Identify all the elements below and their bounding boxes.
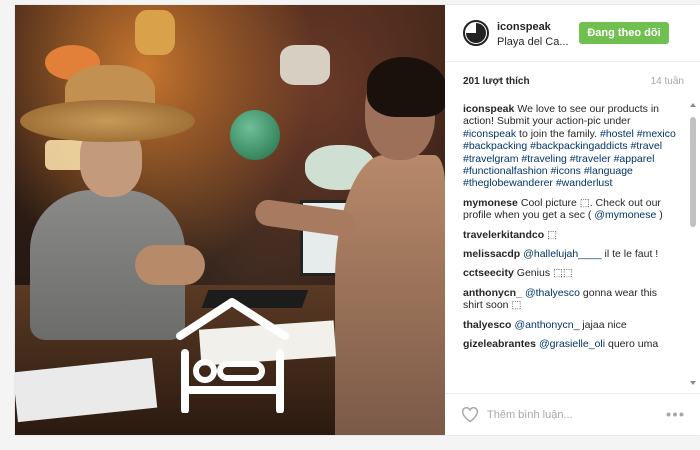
post-header: iconspeak Playa del Ca... Đang theo dõi	[445, 5, 700, 62]
woman-hair	[367, 57, 445, 117]
hashtag-link[interactable]: #iconspeak	[463, 128, 516, 140]
location-link[interactable]: Playa del Ca...	[497, 36, 577, 48]
comment-item: anthonycn_ @thalyesco gonna wear this shi…	[463, 287, 678, 312]
comment-text-after: jajaa nice	[582, 318, 627, 331]
post-photo[interactable]	[15, 5, 445, 435]
comment-item: melissacdp @hallelujah____ il te le faut …	[463, 248, 678, 260]
scroll-down-arrow-icon[interactable]	[690, 381, 696, 385]
heart-icon[interactable]	[461, 407, 479, 423]
comment-item: cctseecity Genius ⬚⬚	[463, 267, 678, 279]
scroll-thumb[interactable]	[690, 117, 696, 227]
comment-item: mymonese Cool picture ⬚. Check out our pr…	[463, 197, 678, 222]
pie-chart-icon[interactable]	[463, 20, 489, 46]
decor-sign	[135, 10, 175, 55]
mention-link[interactable]: @grasielle_oli	[539, 338, 605, 350]
comment-text: ⬚	[547, 228, 558, 241]
comment-text-after: )	[659, 209, 663, 222]
caption-text-after: to join the family.	[519, 127, 598, 140]
like-count[interactable]: 201 lượt thích	[463, 76, 530, 87]
comment-text-after: quero uma	[607, 338, 659, 351]
post-sidebar: iconspeak Playa del Ca... Đang theo dõi …	[445, 5, 700, 435]
comments-scrollbar[interactable]	[690, 103, 696, 385]
comment-author[interactable]: gizeleabrantes	[463, 338, 536, 350]
comment-author[interactable]: mymonese	[463, 197, 518, 209]
comment-text: Genius ⬚⬚	[516, 267, 573, 280]
mention-link[interactable]: @anthonycn_	[514, 319, 579, 331]
caption-author[interactable]: iconspeak	[463, 103, 514, 115]
comment-item: thalyesco @anthonycn_ jajaa nice	[463, 319, 678, 331]
scroll-up-arrow-icon[interactable]	[690, 103, 696, 107]
mention-link[interactable]: @hallelujah____	[523, 248, 601, 260]
hostel-bed-icon	[176, 298, 289, 413]
woman-figure	[335, 155, 445, 435]
comment-author[interactable]: travelerkitandco	[463, 229, 544, 241]
comments-list[interactable]: iconspeak We love to see our products in …	[463, 103, 678, 385]
comment-author[interactable]: anthonycn_	[463, 287, 522, 299]
comment-author[interactable]: cctseecity	[463, 267, 514, 279]
username-link[interactable]: iconspeak	[497, 21, 551, 33]
follow-button[interactable]: Đang theo dõi	[579, 22, 669, 44]
post-footer	[445, 393, 700, 436]
comment-text-after: il te le faut !	[604, 248, 659, 261]
comment-author[interactable]: thalyesco	[463, 319, 511, 331]
comment-input[interactable]	[487, 406, 637, 424]
post-age: 14 tuần	[650, 76, 684, 87]
comment-author[interactable]: melissacdp	[463, 248, 520, 260]
more-options-icon[interactable]	[666, 412, 684, 417]
mention-link[interactable]: @thalyesco	[525, 287, 580, 299]
sombrero-brim	[20, 100, 195, 142]
decor-sign	[280, 45, 330, 85]
man-arm	[135, 245, 205, 285]
caption: iconspeak We love to see our products in …	[463, 103, 678, 190]
comment-item: travelerkitandco ⬚	[463, 229, 678, 241]
instagram-post: iconspeak Playa del Ca... Đang theo dõi …	[15, 5, 700, 435]
lamp-light	[45, 140, 85, 170]
mention-link[interactable]: @mymonese	[594, 209, 656, 221]
comment-item: gizeleabrantes @grasielle_oli quero uma	[463, 338, 678, 350]
globe-decor	[230, 110, 280, 160]
